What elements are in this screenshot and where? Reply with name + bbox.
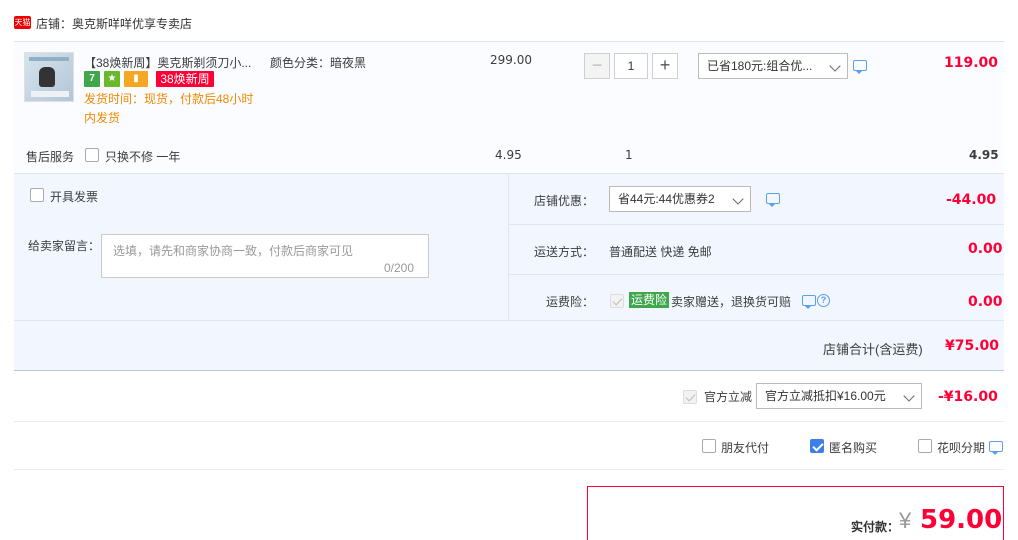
tmall-badge: 天猫 [14, 16, 31, 29]
currency-symbol: ¥ [899, 508, 912, 533]
message-char-count: 0/200 [384, 261, 415, 275]
sku-info: 颜色分类：暗夜黑 [270, 56, 367, 70]
official-discount-select[interactable]: 官方立减抵扣¥16.00元 [756, 383, 922, 409]
shop-coupon-amount: -44.00 [946, 192, 997, 208]
promo-select-value: 已省180元:组合优... [707, 59, 813, 73]
invoice-checkbox[interactable] [30, 188, 44, 202]
divider [14, 469, 1004, 470]
row-divider [14, 320, 1004, 321]
qty-input[interactable]: 1 [614, 53, 648, 79]
divider [14, 421, 1004, 422]
credit-card-icon: ▮ [124, 71, 148, 87]
service-price: 4.95 [495, 148, 522, 162]
chevron-down-icon [732, 193, 744, 205]
chat-icon[interactable] [766, 193, 780, 207]
insurance-label: 运费险： [546, 295, 595, 309]
ship-time: 发货时间：现货，付款后48小时内发货 [84, 92, 254, 125]
anonymous-checkbox[interactable] [810, 439, 824, 453]
chat-icon[interactable] [989, 441, 1003, 455]
seven-day-return-icon: 7 [84, 71, 100, 87]
product-title[interactable]: 【38焕新周】奥克斯剃须刀小... [84, 54, 251, 71]
product-thumbnail[interactable] [24, 52, 74, 102]
service-checkbox[interactable] [85, 148, 99, 162]
shop-name[interactable]: 店铺：奥克斯咩咩优享专卖店 [36, 15, 192, 32]
service-qty: 1 [625, 148, 633, 162]
shipping-amount: 0.00 [968, 241, 1003, 257]
promo-select[interactable]: 已省180元:组合优... [698, 53, 848, 79]
shop-coupon-select[interactable]: 省44元:44优惠券2 [609, 186, 751, 212]
help-icon[interactable]: ? [817, 294, 830, 307]
shop-coupon-label: 店铺优惠： [534, 194, 595, 208]
service-subtotal: 4.95 [969, 148, 999, 162]
row-divider [509, 224, 1004, 225]
chevron-down-icon [829, 60, 841, 72]
qty-plus-button[interactable]: + [652, 53, 678, 79]
official-discount-amount: -¥16.00 [938, 389, 998, 405]
huabei-label: 花呗分期 [937, 441, 986, 455]
insurance-amount: 0.00 [968, 294, 1003, 310]
insurance-tag: 运费险 [629, 292, 670, 308]
chevron-down-icon [903, 390, 915, 402]
shop-coupon-value: 省44元:44优惠券2 [618, 192, 715, 206]
promo-badge: 38焕新周 [156, 71, 214, 87]
unit-price: 299.00 [490, 53, 532, 67]
insurance-text: 卖家赠送，退换货可赔 [671, 295, 792, 309]
guarantee-icon: ★ [104, 71, 120, 87]
shop-total-amount: ¥75.00 [945, 338, 1000, 354]
message-placeholder: 选填，请先和商家协商一致，付款后商家可见 [113, 244, 354, 258]
row-divider [509, 274, 1004, 275]
qty-minus-button[interactable]: − [584, 53, 610, 79]
item-subtotal: 119.00 [944, 55, 999, 71]
payment-amount: 59.00 [920, 505, 1003, 535]
shipping-label: 运送方式： [534, 245, 595, 259]
message-label: 给卖家留言： [28, 239, 101, 253]
chat-icon[interactable] [853, 60, 867, 74]
shipping-method: 普通配送 快递 免邮 [609, 245, 712, 259]
invoice-label: 开具发票 [50, 190, 99, 204]
service-option: 只换不修 一年 [105, 150, 181, 164]
official-discount-label: 官方立减 [704, 390, 753, 404]
anonymous-label: 匿名购买 [829, 441, 878, 455]
payment-label: 实付款： [851, 520, 900, 534]
friend-pay-label: 朋友代付 [721, 441, 770, 455]
chat-icon[interactable] [802, 295, 816, 309]
official-discount-value: 官方立减抵扣¥16.00元 [765, 389, 886, 403]
insurance-checkbox [610, 294, 624, 308]
service-label: 售后服务 [26, 150, 75, 164]
official-discount-checkbox [683, 390, 697, 404]
shop-total-label: 店铺合计(含运费) [823, 342, 923, 357]
friend-pay-checkbox[interactable] [702, 439, 716, 453]
panel-divider [508, 173, 509, 320]
huabei-checkbox[interactable] [918, 439, 932, 453]
